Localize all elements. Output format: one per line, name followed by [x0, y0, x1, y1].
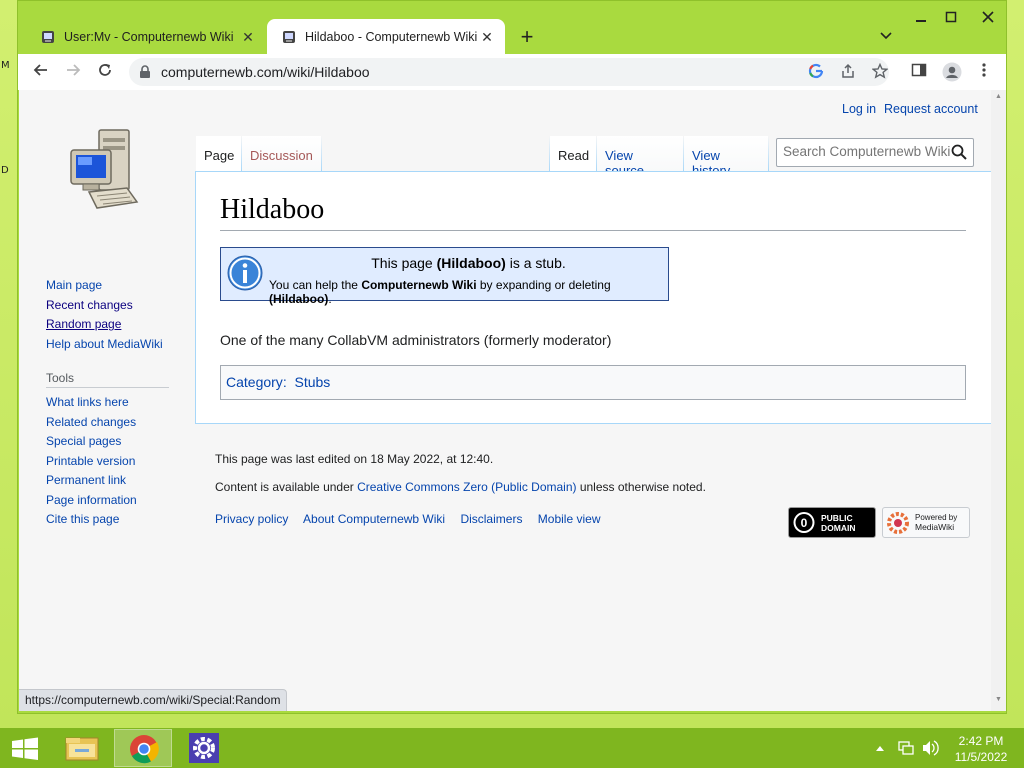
page-title: Hildaboo: [220, 192, 966, 231]
wiki-favicon-icon: [281, 29, 297, 45]
tab-title: Hildaboo - Computernewb Wiki: [305, 29, 478, 44]
footer-about-link[interactable]: About Computernewb Wiki: [303, 512, 445, 526]
network-icon[interactable]: [897, 728, 915, 768]
close-tab-icon[interactable]: ✕: [240, 29, 256, 45]
nav-main-page[interactable]: Main page: [46, 277, 163, 297]
svg-text:DOMAIN: DOMAIN: [821, 523, 855, 533]
tab-strip: User:Mv - Computernewb Wiki ✕ Hildaboo -…: [18, 1, 1006, 54]
wiki-favicon-icon: [40, 29, 56, 45]
scroll-down-icon[interactable]: ▼: [995, 696, 1002, 703]
tab-separator: [768, 136, 769, 172]
svg-text:0: 0: [801, 516, 808, 530]
stub-line-1: This page (Hildaboo) is a stub.: [371, 255, 566, 271]
file-explorer-taskbar-icon[interactable]: [53, 729, 111, 767]
bookmark-star-icon[interactable]: [871, 62, 890, 81]
category-stubs-link[interactable]: Stubs: [294, 374, 330, 390]
address-bar[interactable]: computernewb.com/wiki/Hildaboo: [129, 58, 889, 86]
tab-read[interactable]: Read: [550, 136, 596, 172]
volume-icon[interactable]: [921, 728, 939, 768]
footer-privacy-link[interactable]: Privacy policy: [215, 512, 288, 526]
clock-date: 11/5/2022: [954, 750, 1008, 764]
footer-last-edited: This page was last edited on 18 May 2022…: [215, 452, 494, 466]
close-tab-icon[interactable]: ✕: [479, 29, 495, 45]
wiki-search-field[interactable]: [776, 138, 974, 167]
back-icon[interactable]: [28, 60, 54, 86]
svg-text:Powered by: Powered by: [915, 513, 957, 522]
footer-disclaimers-link[interactable]: Disclaimers: [460, 512, 522, 526]
public-domain-badge[interactable]: 0 PUBLIC DOMAIN: [788, 507, 876, 538]
start-button[interactable]: [0, 729, 50, 767]
svg-text:MediaWiki: MediaWiki: [915, 522, 954, 532]
tab-search-chevron-icon[interactable]: [876, 28, 896, 48]
request-account-link[interactable]: Request account: [884, 102, 978, 116]
tray-overflow-icon[interactable]: [873, 728, 887, 768]
tools-printable-version[interactable]: Printable version: [46, 453, 169, 473]
maximize-icon[interactable]: [936, 9, 966, 29]
desktop-icon-label[interactable]: D: [1, 165, 9, 176]
search-icon[interactable]: [951, 144, 967, 163]
clock-time: 2:42 PM: [958, 734, 1004, 748]
tools-what-links-here[interactable]: What links here: [46, 394, 169, 414]
tools-related-changes[interactable]: Related changes: [46, 414, 169, 434]
powered-by-mediawiki-badge[interactable]: Powered by MediaWiki: [882, 507, 970, 538]
google-icon[interactable]: [808, 63, 826, 81]
tools-cite-this-page[interactable]: Cite this page: [46, 511, 169, 531]
browser-toolbar: computernewb.com/wiki/Hildaboo: [18, 54, 1006, 90]
footer-license: Content is available under Creative Comm…: [215, 480, 706, 494]
scroll-up-icon[interactable]: ▲: [995, 93, 1002, 100]
profile-avatar-icon[interactable]: [942, 62, 962, 82]
navigation-portlet: Main page Recent changes Random page Hel…: [46, 277, 163, 355]
tools-special-pages[interactable]: Special pages: [46, 433, 169, 453]
nav-random-page[interactable]: Random page: [46, 316, 163, 336]
reload-icon[interactable]: [92, 60, 118, 86]
license-link[interactable]: Creative Commons Zero (Public Domain): [357, 480, 576, 494]
tools-permanent-link[interactable]: Permanent link: [46, 472, 169, 492]
url-text[interactable]: computernewb.com/wiki/Hildaboo: [161, 64, 370, 80]
browser-window: User:Mv - Computernewb Wiki ✕ Hildaboo -…: [17, 0, 1007, 714]
category-link[interactable]: Category:: [226, 374, 287, 390]
desktop-icon-label[interactable]: M: [1, 60, 10, 71]
stub-line-2: You can help the Computernewb Wiki by ex…: [269, 278, 611, 306]
tab-page[interactable]: Page: [196, 136, 242, 172]
wiki-search-input[interactable]: [783, 144, 951, 159]
tools-portlet: Tools What links here Related changes Sp…: [46, 370, 169, 531]
settings-taskbar-icon[interactable]: [175, 729, 233, 767]
new-tab-button[interactable]: +: [515, 26, 539, 50]
tab-view-history[interactable]: View history: [684, 136, 768, 178]
tab-title: User:Mv - Computernewb Wiki: [64, 29, 234, 44]
lock-icon[interactable]: [139, 65, 151, 82]
tab-discussion[interactable]: Discussion: [242, 136, 321, 172]
page-scrollbar[interactable]: ▲ ▼: [991, 90, 1006, 711]
link-status-bubble: https://computernewb.com/wiki/Special:Ra…: [19, 689, 288, 711]
nav-help[interactable]: Help about MediaWiki: [46, 336, 163, 356]
tab-separator: [321, 136, 322, 172]
taskbar: 2:42 PM 11/5/2022: [0, 728, 1024, 768]
footer-mobile-view-link[interactable]: Mobile view: [538, 512, 601, 526]
footer-links: Privacy policy About Computernewb Wiki D…: [215, 512, 613, 526]
main-content: Hildaboo This page (Hildaboo) is a stub.…: [195, 171, 991, 424]
browser-tab-user-mv[interactable]: User:Mv - Computernewb Wiki ✕: [26, 19, 266, 54]
taskbar-clock[interactable]: 2:42 PM 11/5/2022: [942, 733, 1020, 765]
stub-notice: This page (Hildaboo) is a stub. You can …: [220, 247, 669, 306]
login-link[interactable]: Log in: [842, 102, 876, 116]
share-icon[interactable]: [840, 63, 858, 81]
side-panel-icon[interactable]: [911, 62, 931, 82]
article-body: One of the many CollabVM administrators …: [220, 332, 612, 348]
wiki-logo-computer[interactable]: [67, 126, 143, 214]
nav-recent-changes[interactable]: Recent changes: [46, 297, 163, 317]
tools-page-information[interactable]: Page information: [46, 492, 169, 512]
close-window-icon[interactable]: [973, 9, 1003, 29]
tab-view-source[interactable]: View source: [597, 136, 683, 178]
forward-icon[interactable]: [60, 60, 86, 86]
page-viewport: Log in Request account Main page Recent …: [19, 90, 991, 711]
browser-tab-hildaboo[interactable]: Hildaboo - Computernewb Wiki ✕: [267, 19, 505, 54]
chrome-taskbar-icon[interactable]: [114, 729, 172, 767]
minimize-icon[interactable]: [906, 9, 936, 29]
category-links: Category: Stubs: [220, 365, 966, 400]
menu-kebab-icon[interactable]: [976, 62, 996, 82]
svg-text:PUBLIC: PUBLIC: [821, 513, 853, 523]
tools-heading: Tools: [46, 370, 169, 388]
